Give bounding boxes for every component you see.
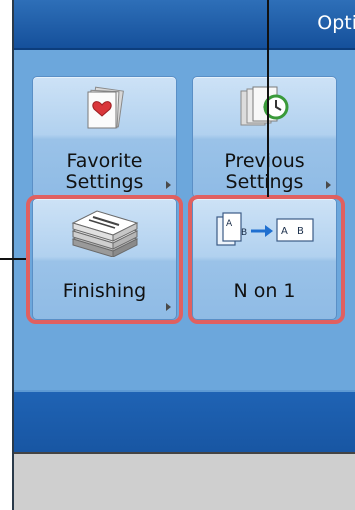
- favorite-settings-button[interactable]: Favorite Settings: [32, 76, 177, 198]
- chevron-right-icon: [326, 181, 331, 189]
- finishing-highlight: [26, 195, 183, 324]
- favorite-label-line1: Favorite: [66, 150, 143, 172]
- title-bar: Opti: [14, 0, 355, 50]
- options-panel: Favorite Settings Previous Settings Fini…: [14, 50, 355, 390]
- device-frame: [0, 0, 12, 510]
- previous-settings-clock-icon: [240, 86, 288, 126]
- favorite-heart-icon: [87, 86, 124, 129]
- screen-title: Opti: [317, 12, 355, 34]
- callout-line-n-on-1: [267, 0, 269, 197]
- previous-label-line1: Previous: [224, 150, 305, 172]
- touch-screen: Opti Favorite Settings Previous Settings…: [12, 0, 355, 510]
- n-on-1-highlight: [188, 195, 345, 324]
- previous-label-line2: Settings: [225, 171, 304, 193]
- bottom-bar: [14, 392, 355, 452]
- favorite-label-line2: Settings: [65, 171, 144, 193]
- previous-settings-button[interactable]: Previous Settings: [192, 76, 337, 198]
- chevron-right-icon: [166, 181, 171, 189]
- footer-area: [14, 452, 355, 510]
- callout-line-finishing: [0, 258, 26, 260]
